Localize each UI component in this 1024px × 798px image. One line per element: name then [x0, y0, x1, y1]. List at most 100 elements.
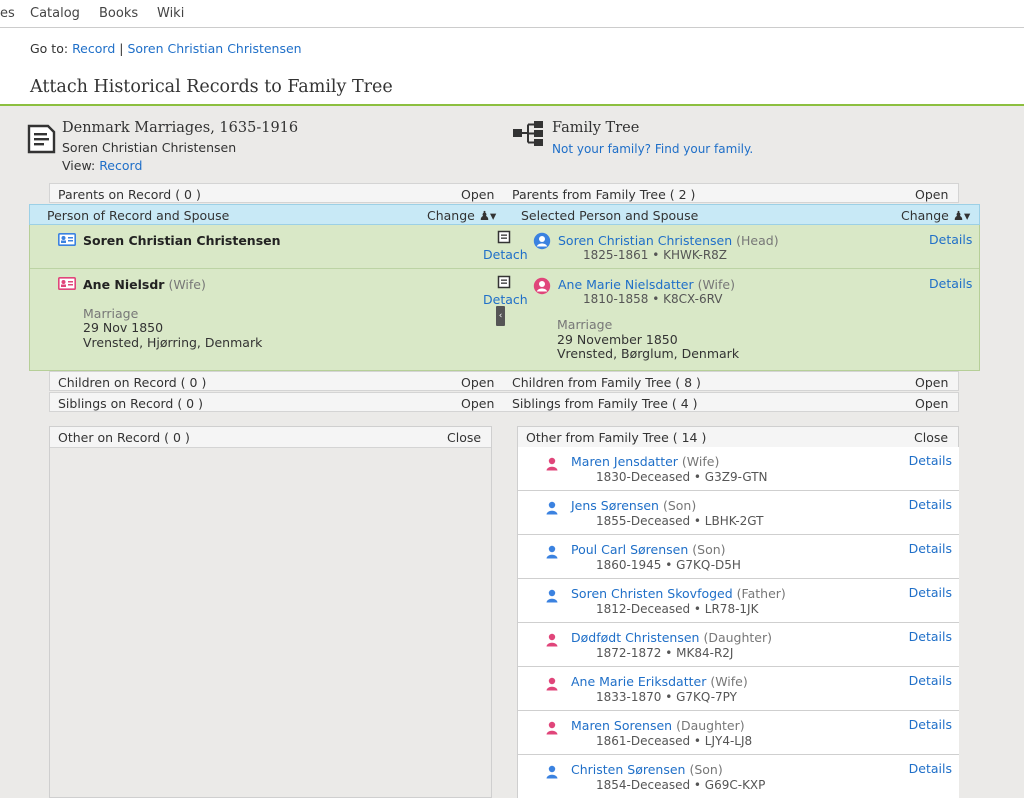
member-dates: 1854-Deceased • G69C-KXP	[596, 778, 766, 792]
siblings-from-tree-label: Siblings from Family Tree ( 4 )	[512, 396, 698, 411]
member-name-group: Maren Sorensen (Daughter)	[571, 718, 745, 733]
member-details-link[interactable]: Details	[909, 541, 952, 556]
goto-separator: |	[119, 41, 124, 56]
top-nav: es Catalog Books Wiki	[0, 0, 1024, 28]
member-name-group: Maren Jensdatter (Wife)	[571, 454, 719, 469]
record-view-link[interactable]: Record	[99, 158, 142, 173]
nav-item-wiki[interactable]: Wiki	[157, 6, 184, 21]
family-tree-title: Family Tree	[552, 120, 640, 136]
record-change-label: Change	[427, 208, 475, 223]
record-person-name: Soren Christian Christensen	[62, 140, 237, 155]
nav-item-books[interactable]: Books	[99, 6, 138, 21]
male-person-icon	[546, 765, 558, 779]
collapse-handle[interactable]: ‹	[496, 306, 505, 326]
tree-person-2: Ane Marie Nielsdatter (Wife)	[558, 277, 735, 292]
member-name-link[interactable]: Jens Sørensen	[571, 498, 659, 513]
detach-icon[interactable]	[497, 230, 511, 244]
tree-person-2-details[interactable]: Details	[929, 276, 972, 291]
member-name-link[interactable]: Poul Carl Sørensen	[571, 542, 688, 557]
parents-on-record-open[interactable]: Open	[461, 187, 494, 202]
tree-event-date: 29 November 1850	[557, 332, 678, 347]
member-details-link[interactable]: Details	[909, 673, 952, 688]
member-details-link[interactable]: Details	[909, 761, 952, 776]
detach-button-1[interactable]: Detach	[483, 247, 528, 262]
member-details-link[interactable]: Details	[909, 585, 952, 600]
member-name-group: Poul Carl Sørensen (Son)	[571, 542, 726, 557]
goto-person-link[interactable]: Soren Christian Christensen	[127, 41, 301, 56]
goto-record-link[interactable]: Record	[72, 41, 115, 56]
member-name-link[interactable]: Dødfødt Christensen	[571, 630, 699, 645]
children-on-record-open[interactable]: Open	[461, 375, 494, 390]
family-member-row: Ane Marie Eriksdatter (Wife) 1833-1870 • …	[518, 667, 959, 711]
member-dates: 1833-1870 • G7KQ-7PY	[596, 690, 737, 704]
detach-button-2[interactable]: Detach	[483, 292, 528, 307]
family-member-row: Maren Sorensen (Daughter) 1861-Deceased •…	[518, 711, 959, 755]
record-person-2-name: Ane Nielsdr	[83, 277, 165, 292]
tree-person-1-details[interactable]: Details	[929, 232, 972, 247]
member-dates: 1861-Deceased • LJY4-LJ8	[596, 734, 753, 748]
goto-label: Go to:	[30, 41, 69, 56]
other-on-record-title: Other on Record ( 0 )	[58, 430, 190, 445]
other-from-tree-close[interactable]: Close	[914, 430, 948, 445]
record-change-button[interactable]: Change ♟▾	[427, 208, 496, 223]
member-dates: 1860-1945 • G7KQ-D5H	[596, 558, 741, 572]
female-person-icon	[546, 457, 558, 471]
member-name-link[interactable]: Christen Sørensen	[571, 762, 685, 777]
tree-change-label: Change	[901, 208, 949, 223]
record-person-2: Ane Nielsdr (Wife)	[83, 277, 206, 292]
member-name-group: Christen Sørensen (Son)	[571, 762, 723, 777]
record-view: View: Record	[62, 158, 142, 173]
nav-item-catalog[interactable]: Catalog	[30, 6, 80, 21]
member-name-link[interactable]: Maren Sorensen	[571, 718, 672, 733]
person-dropdown-icon: ♟▾	[952, 208, 971, 223]
tree-person-1-name[interactable]: Soren Christian Christensen	[558, 233, 732, 248]
member-name-link[interactable]: Ane Marie Eriksdatter	[571, 674, 706, 689]
family-member-row: Christen Sørensen (Son) 1854-Deceased • G…	[518, 755, 959, 798]
person-dropdown-icon: ♟▾	[478, 208, 497, 223]
tree-person-2-name[interactable]: Ane Marie Nielsdatter	[558, 277, 694, 292]
member-dates: 1830-Deceased • G3Z9-GTN	[596, 470, 768, 484]
female-person-icon	[546, 721, 558, 735]
siblings-row: Siblings on Record ( 0 ) Open Siblings f…	[49, 392, 959, 412]
member-details-link[interactable]: Details	[909, 717, 952, 732]
siblings-on-record-label: Siblings on Record ( 0 )	[58, 396, 203, 411]
children-from-tree-open[interactable]: Open	[915, 375, 948, 390]
other-on-record-close[interactable]: Close	[447, 430, 481, 445]
member-dates: 1872-1872 • MK84-R2J	[596, 646, 734, 660]
chevron-left-icon: ‹	[498, 311, 503, 321]
record-view-label: View:	[62, 158, 96, 173]
member-name-link[interactable]: Maren Jensdatter	[571, 454, 678, 469]
page-title: Attach Historical Records to Family Tree	[30, 77, 393, 97]
member-role: (Father)	[736, 586, 786, 601]
detach-icon[interactable]	[497, 275, 511, 289]
tree-person-1-role: (Head)	[736, 233, 779, 248]
member-role: (Son)	[692, 542, 726, 557]
member-name-link[interactable]: Soren Christen Skovfoged	[571, 586, 733, 601]
record-event-place: Vrensted, Hjørring, Denmark	[83, 335, 263, 350]
member-details-link[interactable]: Details	[909, 453, 952, 468]
member-details-link[interactable]: Details	[909, 497, 952, 512]
record-person-1-name: Soren Christian Christensen	[83, 233, 281, 248]
member-details-link[interactable]: Details	[909, 629, 952, 644]
tree-change-button[interactable]: Change ♟▾	[901, 208, 970, 223]
find-your-family-link[interactable]: Not your family? Find your family.	[552, 142, 753, 156]
person-of-record-label: Person of Record and Spouse	[47, 208, 230, 223]
member-role: (Wife)	[710, 674, 748, 689]
siblings-on-record-open[interactable]: Open	[461, 396, 494, 411]
member-role: (Son)	[689, 762, 723, 777]
siblings-from-tree-open[interactable]: Open	[915, 396, 948, 411]
family-member-row: Poul Carl Sørensen (Son) 1860-1945 • G7KQ…	[518, 535, 959, 579]
other-from-tree-title: Other from Family Tree ( 14 )	[526, 430, 707, 445]
spouse-section-header: Person of Record and Spouse Change ♟▾ Se…	[29, 204, 980, 225]
female-person-icon	[546, 677, 558, 691]
nav-item-partial[interactable]: es	[0, 6, 15, 21]
parents-from-tree-open[interactable]: Open	[915, 187, 948, 202]
male-record-card-icon	[58, 233, 76, 246]
tree-event-place: Vrensted, Børglum, Denmark	[557, 346, 740, 361]
children-from-tree-label: Children from Family Tree ( 8 )	[512, 375, 701, 390]
male-person-icon	[546, 501, 558, 515]
record-person-2-role: (Wife)	[168, 277, 206, 292]
member-role: (Daughter)	[676, 718, 745, 733]
goto-breadcrumb: Go to: Record | Soren Christian Christen…	[30, 41, 302, 56]
member-role: (Wife)	[681, 454, 720, 469]
